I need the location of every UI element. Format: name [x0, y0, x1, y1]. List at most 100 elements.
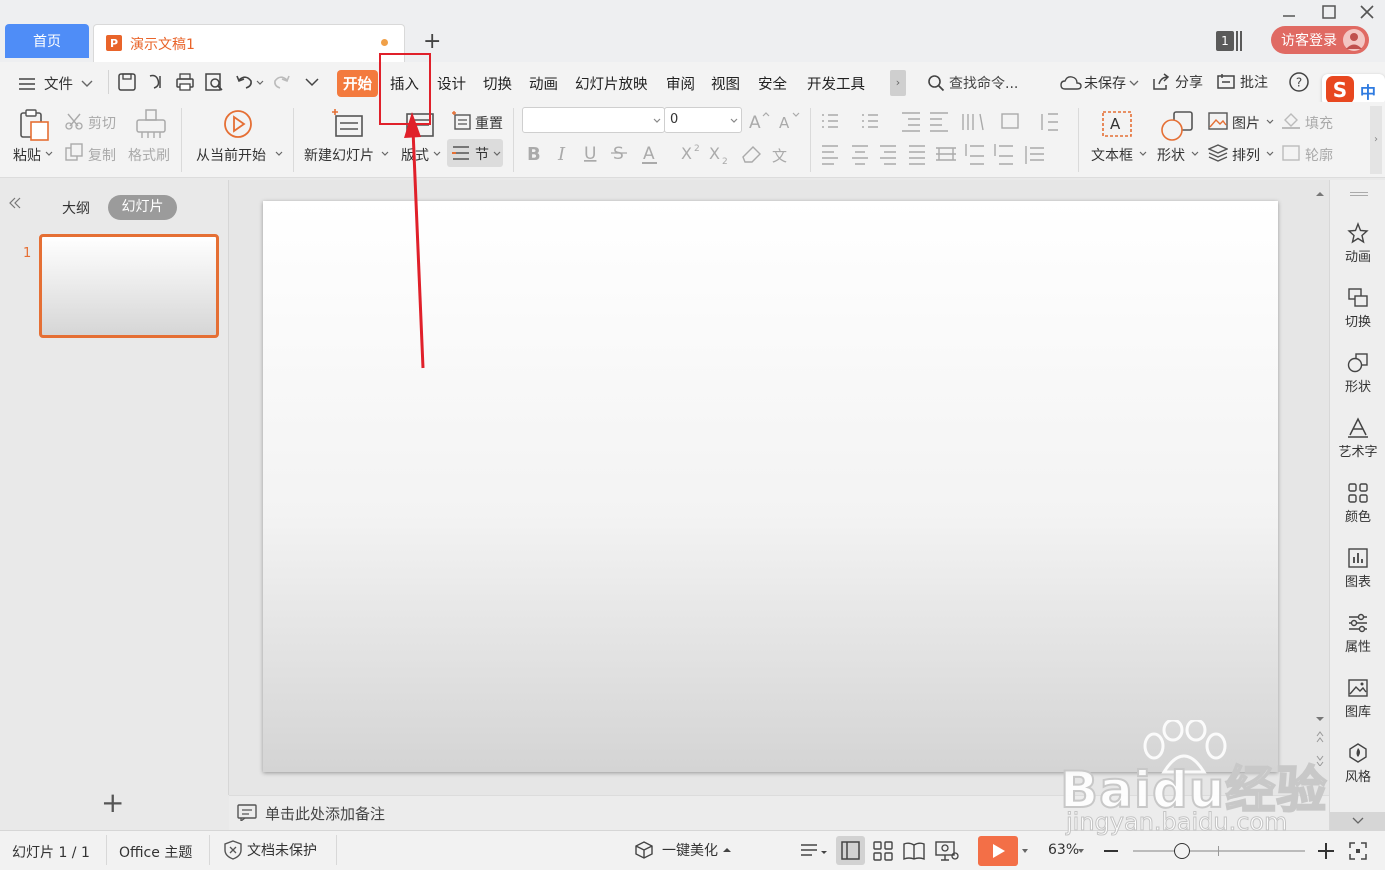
menu-tab-developer[interactable]: 开发工具 — [807, 73, 865, 94]
help-icon[interactable]: ? — [1288, 71, 1310, 93]
new-slide-button[interactable]: 新建幻灯片 — [304, 145, 374, 165]
outline-button[interactable]: 轮廓 — [1305, 145, 1333, 165]
menu-tab-transition[interactable]: 切换 — [483, 73, 512, 94]
tab-slides[interactable]: 幻灯片 — [108, 195, 177, 220]
menu-tab-design[interactable]: 设计 — [437, 73, 466, 94]
task-pane-collapse-button[interactable] — [1330, 812, 1385, 830]
panel-style-button[interactable]: 风格 — [1330, 742, 1385, 785]
font-size-select[interactable]: 0 — [664, 107, 742, 133]
menu-tab-security[interactable]: 安全 — [758, 73, 787, 94]
arrange-button[interactable]: 排列 — [1232, 145, 1260, 165]
paste-icon[interactable] — [18, 108, 50, 142]
panel-shape-button[interactable]: 形状 — [1330, 352, 1385, 395]
new-slide-icon[interactable] — [330, 108, 364, 140]
menu-tab-animation[interactable]: 动画 — [529, 73, 558, 94]
new-tab-button[interactable]: + — [423, 29, 441, 54]
reset-icon[interactable] — [450, 111, 472, 131]
document-protection-button[interactable]: 文档未保护 — [223, 840, 317, 860]
section-button[interactable]: 节 — [447, 139, 503, 167]
increase-font-icon[interactable]: A — [748, 111, 770, 131]
menu-tab-start[interactable]: 开始 — [337, 70, 378, 97]
play-from-current-icon[interactable] — [222, 108, 254, 140]
status-bar: 幻灯片 1 / 1 Office 主题 文档未保护 一键美化 63% — [0, 830, 1385, 870]
panel-gallery-button[interactable]: 图库 — [1330, 677, 1385, 720]
menu-tab-view[interactable]: 视图 — [711, 73, 740, 94]
reading-view-icon[interactable] — [903, 841, 925, 861]
zoom-out-icon[interactable] — [1103, 843, 1119, 859]
normal-view-button[interactable] — [836, 836, 865, 865]
ribbon-scroll-right-button[interactable]: › — [1370, 106, 1382, 174]
menu-tab-slideshow[interactable]: 幻灯片放映 — [575, 73, 648, 94]
print-preview-icon[interactable] — [204, 72, 224, 92]
wordart-icon — [1348, 417, 1368, 438]
slide-sorter-icon[interactable] — [873, 841, 893, 861]
picture-icon[interactable] — [1208, 112, 1228, 130]
add-slide-button[interactable]: + — [101, 789, 124, 817]
font-name-select[interactable] — [522, 107, 665, 133]
tab-outline[interactable]: 大纲 — [62, 198, 90, 218]
text-box-button[interactable]: 文本框 — [1091, 145, 1133, 165]
chevron-down-icon[interactable] — [1077, 848, 1085, 854]
zoom-level[interactable]: 63% — [1048, 842, 1079, 858]
print-icon[interactable] — [175, 72, 195, 92]
slide-thumbnail[interactable] — [39, 234, 219, 338]
fill-button[interactable]: 填充 — [1305, 113, 1333, 133]
fit-window-icon[interactable] — [1349, 842, 1367, 860]
maximize-icon[interactable] — [1321, 4, 1337, 20]
presenter-view-icon[interactable] — [935, 840, 959, 862]
zoom-in-icon[interactable] — [1317, 842, 1335, 860]
picture-button[interactable]: 图片 — [1232, 113, 1260, 133]
notes-toggle-icon[interactable] — [800, 841, 830, 861]
format-painter-button[interactable]: 格式刷 — [128, 145, 170, 165]
minimize-icon[interactable] — [1281, 4, 1297, 20]
shape-icon[interactable] — [1160, 110, 1194, 142]
panel-chart-button[interactable]: 图表 — [1330, 547, 1385, 590]
notes-bar[interactable]: 单击此处添加备注 — [229, 795, 1329, 830]
menu-scroll-right-button[interactable]: › — [890, 70, 906, 96]
cut-icon[interactable] — [64, 112, 84, 130]
redo-icon[interactable] — [272, 72, 292, 92]
share-button[interactable]: 分享 — [1151, 72, 1203, 92]
close-icon[interactable] — [1359, 4, 1375, 20]
zoom-slider-thumb[interactable] — [1174, 843, 1190, 859]
menu-tab-review[interactable]: 审阅 — [666, 73, 695, 94]
chevron-down-icon[interactable] — [1021, 848, 1029, 854]
fill-icon[interactable] — [1281, 112, 1301, 130]
file-menu[interactable]: 文件 — [18, 73, 93, 94]
undo-icon[interactable] — [234, 72, 264, 92]
zoom-slider[interactable] — [1133, 850, 1305, 852]
tab-home[interactable]: 首页 — [5, 24, 89, 58]
guest-login-button[interactable]: 访客登录 — [1271, 26, 1369, 54]
panel-color-button[interactable]: 颜色 — [1330, 482, 1385, 525]
panel-properties-button[interactable]: 属性 — [1330, 612, 1385, 655]
copy-icon[interactable] — [64, 142, 84, 162]
shape-button[interactable]: 形状 — [1157, 145, 1185, 165]
format-painter-icon[interactable] — [134, 108, 168, 140]
panel-wordart-button[interactable]: 艺术字 — [1330, 417, 1385, 460]
unsaved-status-button[interactable]: 未保存 — [1060, 73, 1139, 93]
vertical-scrollbar[interactable] — [1313, 186, 1327, 766]
output-icon[interactable] — [146, 72, 166, 92]
reset-button[interactable]: 重置 — [475, 113, 503, 133]
one-click-beautify-button[interactable]: 一键美化 — [634, 840, 732, 860]
arrange-icon[interactable] — [1208, 144, 1228, 162]
comment-button[interactable]: 批注 — [1216, 72, 1268, 92]
collapse-pane-icon[interactable] — [8, 197, 22, 209]
panel-transition-button[interactable]: 切换 — [1330, 287, 1385, 330]
customize-chevron-icon[interactable] — [305, 76, 319, 88]
text-box-icon[interactable]: A — [1101, 110, 1133, 140]
start-from-current-button[interactable]: 从当前开始 — [196, 145, 266, 165]
tab-document[interactable]: P 演示文稿1 — [93, 24, 405, 62]
decrease-font-icon[interactable]: A — [778, 111, 800, 131]
command-search[interactable]: 查找命令... — [927, 73, 1018, 93]
window-count-badge[interactable]: 1 — [1216, 31, 1242, 51]
avatar-icon — [1343, 29, 1365, 51]
cut-button[interactable]: 剪切 — [88, 113, 116, 133]
paste-button[interactable]: 粘贴 — [13, 145, 41, 165]
theme-name[interactable]: Office 主题 — [119, 842, 192, 862]
play-slideshow-button[interactable] — [978, 836, 1018, 866]
save-icon[interactable] — [117, 72, 137, 92]
copy-button[interactable]: 复制 — [88, 145, 116, 165]
panel-animation-button[interactable]: 动画 — [1330, 222, 1385, 265]
outline-icon[interactable] — [1281, 144, 1301, 162]
